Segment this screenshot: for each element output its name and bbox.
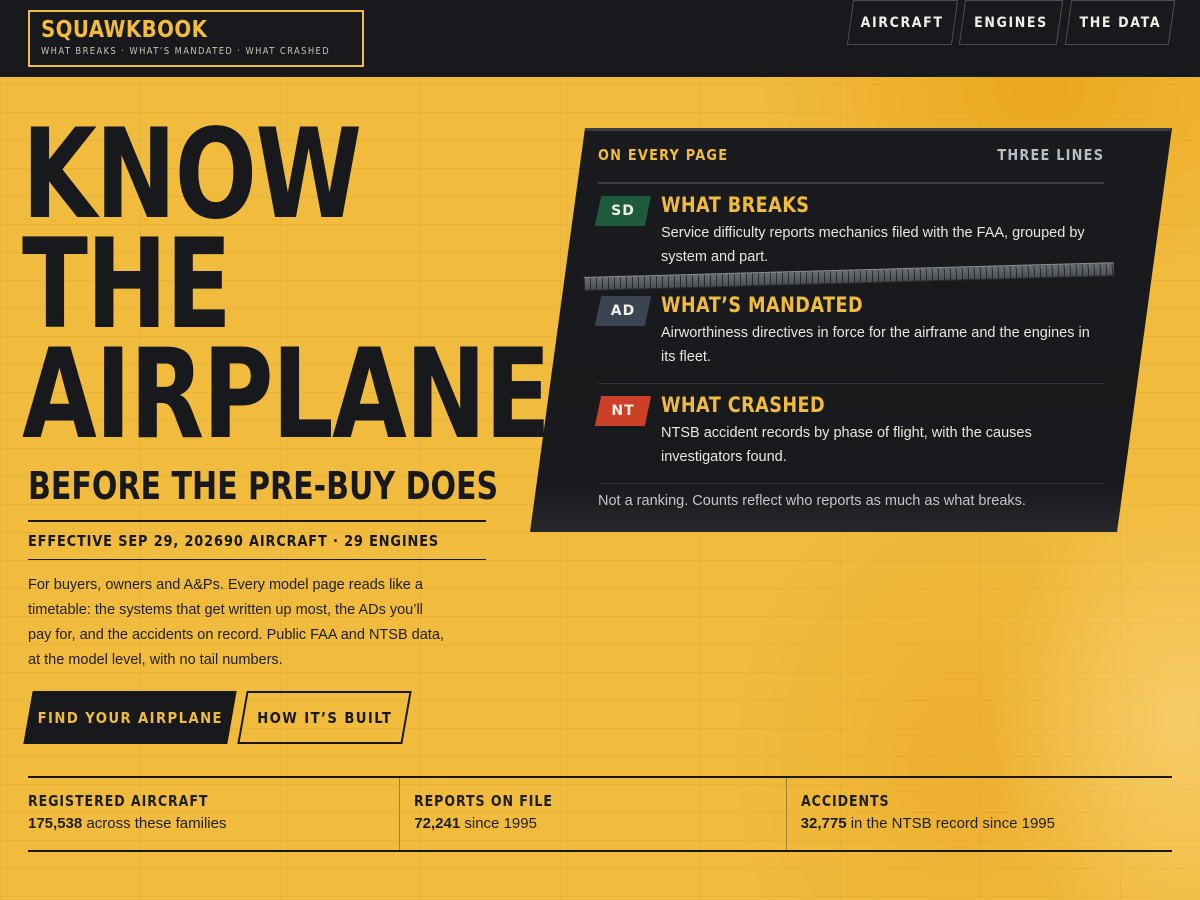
feature-description: Service difficulty reports mechanics fil… xyxy=(661,225,1085,265)
brand-logo[interactable]: SQUAWKBOOK WHAT BREAKS · WHAT’S MANDATED… xyxy=(28,10,364,67)
brand-tagline: WHAT BREAKS · WHAT’S MANDATED · WHAT CRA… xyxy=(41,46,331,57)
card-footnote: Not a ranking. Counts reflect who report… xyxy=(598,493,1026,509)
ad-badge-label: AD xyxy=(610,303,636,319)
stat-value: 32,775 xyxy=(800,815,847,832)
stat-suffix: across these families xyxy=(82,815,227,832)
stat-suffix: in the NTSB record since 1995 xyxy=(846,815,1055,832)
meta-bar: EFFECTIVE SEP 29, 2026 90 AIRCRAFT · 29 … xyxy=(28,520,486,560)
site-header: SQUAWKBOOK WHAT BREAKS · WHAT’S MANDATED… xyxy=(0,0,1200,77)
card-header: ON EVERY PAGE THREE LINES xyxy=(598,146,1104,184)
stat-label: REPORTS ON FILE xyxy=(414,792,554,810)
nav-engines-label: ENGINES xyxy=(974,14,1048,31)
feature-row-crashed: NT WHAT CRASHED NTSB accident records by… xyxy=(598,384,1104,484)
stat-accidents: ACCIDENTS 32,775 in the NTSB record sinc… xyxy=(785,778,1172,850)
effective-date: EFFECTIVE SEP 29, 2026 xyxy=(28,531,224,550)
nav-aircraft-label: AIRCRAFT xyxy=(860,14,944,31)
feature-description: Airworthiness directives in force for th… xyxy=(661,325,1090,365)
nav-aircraft[interactable]: AIRCRAFT xyxy=(850,0,955,45)
how-its-built-label: HOW IT’S BUILT xyxy=(256,708,393,727)
stat-registered-aircraft: REGISTERED AIRCRAFT 175,538 across these… xyxy=(28,778,399,850)
nav-engines[interactable]: ENGINES xyxy=(962,0,1060,45)
hero-title-line-3: AIRPLANE xyxy=(22,323,551,467)
coverage-count: 90 AIRCRAFT · 29 ENGINES xyxy=(224,531,440,550)
card-top-edge xyxy=(584,128,1173,131)
nav-the-data-label: THE DATA xyxy=(1079,14,1161,31)
card-kicker: ON EVERY PAGE xyxy=(598,146,729,164)
feature-title: WHAT’S MANDATED xyxy=(661,293,864,317)
sd-badge: SD xyxy=(598,196,648,226)
stat-value: 175,538 xyxy=(28,815,83,832)
stat-value: 72,241 xyxy=(414,815,461,832)
stat-label: ACCIDENTS xyxy=(800,792,890,810)
stat-label: REGISTERED AIRCRAFT xyxy=(28,792,209,810)
find-airplane-button[interactable]: FIND YOUR AIRPLANE xyxy=(28,691,232,744)
nt-badge-label: NT xyxy=(611,403,635,419)
stats-bar: REGISTERED AIRCRAFT 175,538 across these… xyxy=(28,776,1172,852)
feature-description: NTSB accident records by phase of flight… xyxy=(661,425,1032,465)
card-count: THREE LINES xyxy=(997,146,1104,164)
feature-title: WHAT BREAKS xyxy=(661,193,810,217)
feature-row-mandated: AD WHAT’S MANDATED Airworthiness directi… xyxy=(598,284,1104,384)
ad-badge: AD xyxy=(598,296,648,326)
brand-name: SQUAWKBOOK xyxy=(41,17,208,43)
feature-title: WHAT CRASHED xyxy=(661,393,826,417)
intro-paragraph: For buyers, owners and A&Ps. Every model… xyxy=(28,577,444,668)
how-its-built-button[interactable]: HOW IT’S BUILT xyxy=(242,691,407,744)
nav-the-data[interactable]: THE DATA xyxy=(1068,0,1172,45)
stat-reports-on-file: REPORTS ON FILE 72,241 since 1995 xyxy=(399,778,785,850)
nt-badge: NT xyxy=(598,396,648,426)
hero-subtitle: BEFORE THE PRE-BUY DOES xyxy=(28,464,499,508)
row-divider xyxy=(598,483,1104,484)
sd-badge-label: SD xyxy=(611,203,635,219)
find-airplane-label: FIND YOUR AIRPLANE xyxy=(37,708,223,727)
stat-suffix: since 1995 xyxy=(460,815,537,832)
